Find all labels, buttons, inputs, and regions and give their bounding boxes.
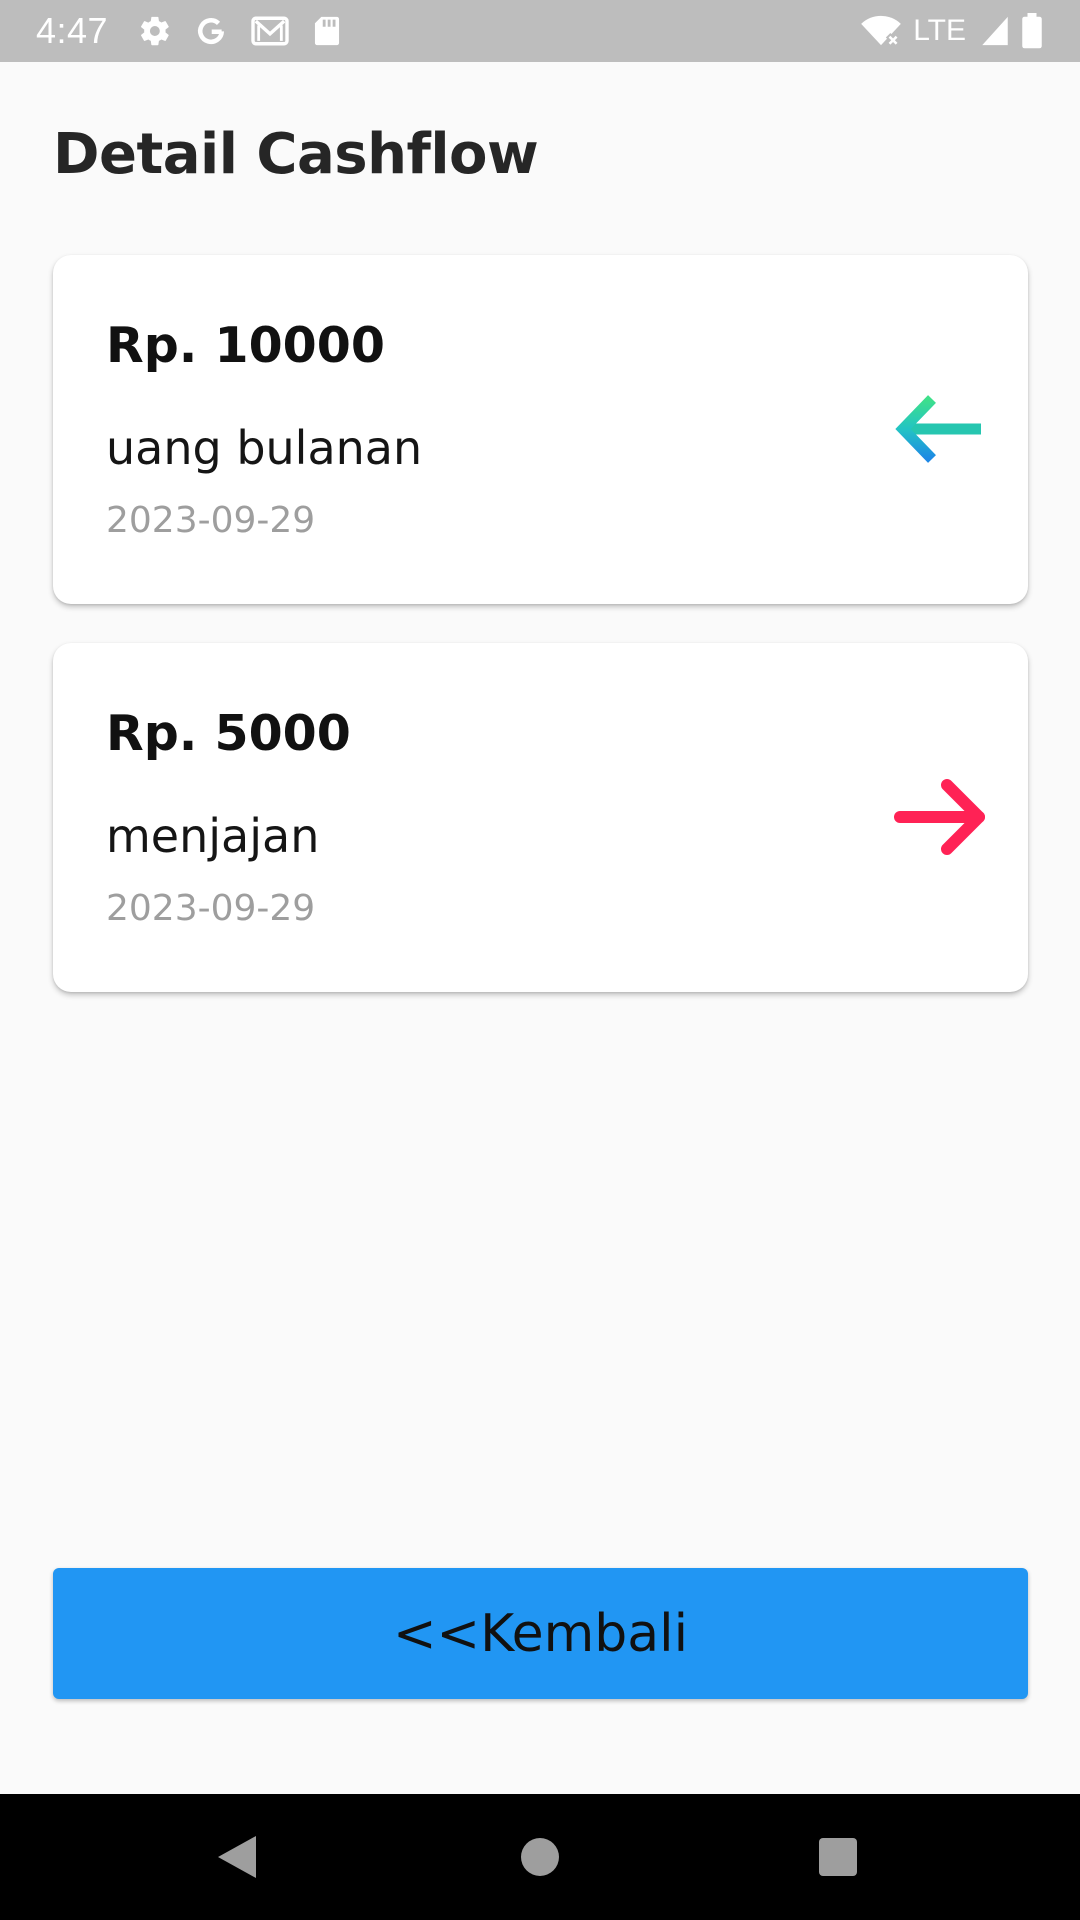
nav-recents-icon[interactable] bbox=[778, 1794, 898, 1920]
transaction-date: 2023-09-29 bbox=[106, 500, 316, 541]
nav-home-icon[interactable] bbox=[480, 1794, 600, 1920]
transaction-card[interactable]: Rp. 10000 uang bulanan 2023-09-29 bbox=[53, 255, 1028, 604]
transaction-date: 2023-09-29 bbox=[106, 888, 316, 929]
battery-icon bbox=[1020, 13, 1044, 49]
gmail-icon bbox=[250, 14, 290, 48]
transaction-amount: Rp. 10000 bbox=[106, 317, 385, 374]
back-button[interactable]: <<Kembali bbox=[53, 1568, 1028, 1699]
google-icon bbox=[194, 14, 228, 48]
network-type: LTE bbox=[913, 14, 966, 47]
settings-icon bbox=[138, 14, 172, 48]
transaction-description: menjajan bbox=[106, 809, 320, 863]
wifi-off-icon bbox=[859, 14, 903, 48]
arrow-right-icon bbox=[843, 769, 993, 869]
nav-back-icon[interactable] bbox=[178, 1794, 298, 1920]
signal-icon bbox=[980, 14, 1010, 48]
status-icons-left bbox=[138, 14, 342, 48]
page-title: Detail Cashflow bbox=[53, 122, 539, 187]
status-bar: 4:47 LTE bbox=[0, 0, 1080, 62]
transaction-card[interactable]: Rp. 5000 menjajan 2023-09-29 bbox=[53, 643, 1028, 992]
arrow-left-icon bbox=[843, 381, 993, 481]
status-icons-right: LTE bbox=[859, 13, 1044, 49]
sd-card-icon bbox=[312, 14, 342, 48]
navigation-bar bbox=[0, 1794, 1080, 1920]
status-time: 4:47 bbox=[36, 10, 109, 51]
transaction-amount: Rp. 5000 bbox=[106, 705, 351, 762]
transaction-description: uang bulanan bbox=[106, 421, 423, 475]
